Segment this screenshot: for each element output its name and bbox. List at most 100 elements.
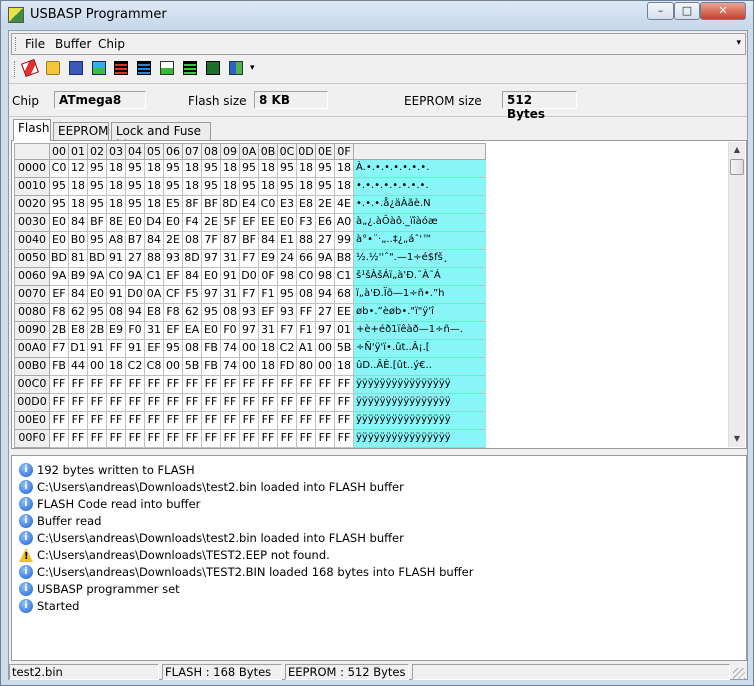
- hex-byte-cell[interactable]: EF: [259, 304, 278, 322]
- hex-byte-cell[interactable]: 88: [297, 232, 316, 250]
- hex-byte-cell[interactable]: CF: [164, 286, 183, 304]
- hex-byte-cell[interactable]: FF: [50, 376, 69, 394]
- save-button[interactable]: [67, 59, 85, 77]
- hex-byte-cell[interactable]: 2E: [316, 196, 335, 214]
- hex-vertical-scrollbar[interactable]: ▲ ▼: [728, 142, 745, 447]
- hex-byte-cell[interactable]: 08: [221, 304, 240, 322]
- hex-byte-cell[interactable]: 8D: [221, 196, 240, 214]
- hex-byte-cell[interactable]: F0: [221, 322, 240, 340]
- hex-byte-cell[interactable]: FF: [145, 376, 164, 394]
- open-button[interactable]: [44, 59, 62, 77]
- hex-byte-cell[interactable]: FF: [259, 430, 278, 448]
- hex-byte-cell[interactable]: 95: [126, 160, 145, 178]
- menu-overflow-chevron-icon[interactable]: ▾: [736, 38, 741, 48]
- hex-ascii-cell[interactable]: ÿÿÿÿÿÿÿÿÿÿÿÿÿÿÿÿ: [354, 376, 486, 394]
- hex-byte-cell[interactable]: F8: [50, 304, 69, 322]
- hex-byte-cell[interactable]: 18: [183, 160, 202, 178]
- hex-byte-cell[interactable]: FF: [183, 376, 202, 394]
- hex-byte-cell[interactable]: 08: [107, 304, 126, 322]
- hex-byte-cell[interactable]: D0: [126, 286, 145, 304]
- hex-byte-cell[interactable]: 95: [164, 160, 183, 178]
- hex-byte-cell[interactable]: 95: [50, 196, 69, 214]
- hex-byte-cell[interactable]: 18: [69, 196, 88, 214]
- hex-ascii-cell[interactable]: øb•.”èøb•."ï"ÿ'î: [354, 304, 486, 322]
- hex-byte-cell[interactable]: FF: [221, 376, 240, 394]
- hex-byte-cell[interactable]: 27: [126, 250, 145, 268]
- hex-byte-cell[interactable]: F7: [240, 286, 259, 304]
- hex-byte-cell[interactable]: FF: [69, 394, 88, 412]
- hex-byte-cell[interactable]: FF: [107, 394, 126, 412]
- hex-byte-cell[interactable]: 2B: [88, 322, 107, 340]
- hex-byte-cell[interactable]: E0: [202, 268, 221, 286]
- tab-flash[interactable]: Flash: [13, 119, 51, 141]
- hex-byte-cell[interactable]: 00: [240, 340, 259, 358]
- hex-byte-cell[interactable]: 97: [240, 322, 259, 340]
- hex-byte-cell[interactable]: 4E: [335, 196, 354, 214]
- hex-byte-cell[interactable]: 95: [240, 178, 259, 196]
- hex-byte-cell[interactable]: 95: [88, 232, 107, 250]
- hex-byte-cell[interactable]: C8: [145, 358, 164, 376]
- hex-byte-cell[interactable]: BF: [202, 196, 221, 214]
- hex-byte-cell[interactable]: E6: [316, 214, 335, 232]
- hex-byte-cell[interactable]: 00: [240, 358, 259, 376]
- hex-byte-cell[interactable]: 95: [240, 160, 259, 178]
- hex-byte-cell[interactable]: FF: [50, 430, 69, 448]
- toolbar-grip[interactable]: [14, 61, 17, 77]
- hex-byte-cell[interactable]: EE: [259, 214, 278, 232]
- hex-byte-cell[interactable]: 18: [221, 178, 240, 196]
- hex-byte-cell[interactable]: B7: [126, 232, 145, 250]
- hex-byte-cell[interactable]: FF: [202, 430, 221, 448]
- hex-byte-cell[interactable]: 95: [88, 196, 107, 214]
- hex-byte-cell[interactable]: C0: [107, 268, 126, 286]
- hex-byte-cell[interactable]: 95: [316, 178, 335, 196]
- hex-byte-cell[interactable]: 18: [259, 358, 278, 376]
- hex-byte-cell[interactable]: 95: [278, 286, 297, 304]
- hex-byte-cell[interactable]: 99: [335, 232, 354, 250]
- hex-byte-cell[interactable]: FF: [183, 430, 202, 448]
- hex-byte-cell[interactable]: FF: [164, 430, 183, 448]
- hex-ascii-cell[interactable]: š¹šÀšÁï„à'Ð.˜À˜Á: [354, 268, 486, 286]
- hex-byte-cell[interactable]: FF: [259, 376, 278, 394]
- hex-byte-cell[interactable]: 2E: [202, 214, 221, 232]
- verify-button[interactable]: [135, 59, 153, 77]
- hex-byte-cell[interactable]: EF: [240, 214, 259, 232]
- hex-byte-cell[interactable]: 9A: [50, 268, 69, 286]
- hex-byte-cell[interactable]: 31: [221, 286, 240, 304]
- hex-byte-cell[interactable]: E8: [69, 322, 88, 340]
- hex-byte-cell[interactable]: E0: [126, 214, 145, 232]
- hex-byte-cell[interactable]: A8: [107, 232, 126, 250]
- hex-byte-cell[interactable]: FF: [202, 394, 221, 412]
- hex-byte-cell[interactable]: D1: [69, 340, 88, 358]
- hex-byte-cell[interactable]: 93: [240, 304, 259, 322]
- hex-byte-cell[interactable]: 95: [202, 160, 221, 178]
- hex-byte-cell[interactable]: C0: [297, 268, 316, 286]
- hex-byte-cell[interactable]: 0F: [259, 268, 278, 286]
- hex-byte-cell[interactable]: 00: [88, 358, 107, 376]
- hex-byte-cell[interactable]: FF: [335, 412, 354, 430]
- hex-byte-cell[interactable]: 95: [164, 340, 183, 358]
- hex-byte-cell[interactable]: 18: [107, 178, 126, 196]
- close-button[interactable]: ✕: [700, 2, 746, 20]
- hex-byte-cell[interactable]: 18: [107, 160, 126, 178]
- read-buffer-button[interactable]: [181, 59, 199, 77]
- hex-byte-cell[interactable]: 95: [50, 178, 69, 196]
- hex-byte-cell[interactable]: 80: [297, 358, 316, 376]
- scroll-thumb[interactable]: [730, 159, 744, 175]
- hex-byte-cell[interactable]: 93: [278, 304, 297, 322]
- read-chip-button[interactable]: [112, 59, 130, 77]
- hex-byte-cell[interactable]: FF: [202, 376, 221, 394]
- hex-byte-cell[interactable]: 95: [278, 178, 297, 196]
- hex-byte-cell[interactable]: 8F: [183, 196, 202, 214]
- hex-ascii-cell[interactable]: ûD..ÂÈ.[ût..ý€..: [354, 358, 486, 376]
- hex-ascii-cell[interactable]: À.•.•.•.•.•.•.•.: [354, 160, 486, 178]
- hex-byte-cell[interactable]: 94: [316, 286, 335, 304]
- hex-byte-cell[interactable]: FF: [183, 412, 202, 430]
- hex-byte-cell[interactable]: FF: [297, 376, 316, 394]
- hex-byte-cell[interactable]: 7F: [202, 232, 221, 250]
- hex-byte-cell[interactable]: B8: [335, 250, 354, 268]
- hex-byte-cell[interactable]: FF: [126, 394, 145, 412]
- toolbar-overflow-chevron-icon[interactable]: ▾: [250, 63, 255, 73]
- resize-grip[interactable]: [733, 668, 745, 680]
- hex-byte-cell[interactable]: FD: [278, 358, 297, 376]
- hex-byte-cell[interactable]: D0: [240, 268, 259, 286]
